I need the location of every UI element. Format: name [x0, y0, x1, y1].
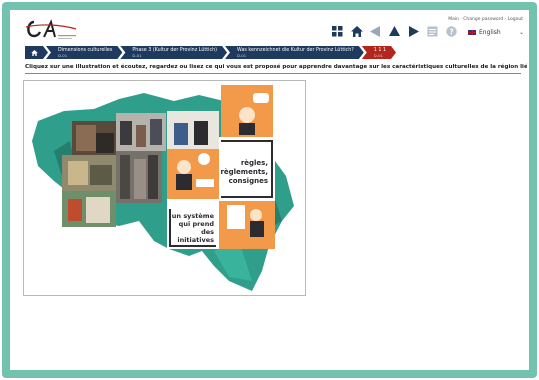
- header: ? Main · Change password · Logout Englis…: [19, 14, 527, 44]
- rules-line-3: consignes: [229, 177, 268, 185]
- illustration-card-reading[interactable]: [219, 201, 275, 249]
- illustration-card-rules[interactable]: règles, règlements, consignes: [219, 137, 275, 201]
- photo-tile-classroom[interactable]: [62, 191, 116, 227]
- menu-icon[interactable]: [331, 25, 344, 38]
- home-icon[interactable]: [350, 25, 363, 38]
- breadcrumb-item[interactable]: Dimensions culturelles D-01: [46, 46, 122, 59]
- breadcrumb-sub: D-01: [237, 52, 247, 58]
- photo-tile-meeting[interactable]: [72, 121, 116, 155]
- back-icon[interactable]: [369, 25, 382, 38]
- breadcrumb-sub: D-01: [132, 52, 142, 58]
- breadcrumb: Dimensions culturelles D-01 Phase 3 (Kul…: [25, 46, 394, 59]
- breadcrumb-sub: D-01: [373, 52, 383, 58]
- breadcrumb-home[interactable]: [25, 46, 48, 59]
- photo-tile-city[interactable]: [116, 151, 162, 203]
- instruction-text: Cliquez sur une illustration et écoutez,…: [25, 64, 527, 74]
- breadcrumb-item[interactable]: Was kennzeichnet die Kultur der Provinz …: [225, 46, 364, 59]
- chevron-down-icon: ⌄: [518, 29, 524, 36]
- illustration-card-desk[interactable]: [167, 149, 219, 199]
- notes-icon[interactable]: [426, 25, 439, 38]
- rules-line-2: règlements,: [220, 168, 268, 176]
- account-links[interactable]: Main · Change password · Logout: [448, 17, 523, 22]
- app-window: ? Main · Change password · Logout Englis…: [19, 14, 527, 362]
- screenshot-frame: ? Main · Change password · Logout Englis…: [0, 0, 539, 380]
- flag-uk-icon: [468, 30, 476, 35]
- forward-icon[interactable]: [407, 25, 420, 38]
- app-logo[interactable]: [24, 18, 80, 42]
- photo-tile-office[interactable]: [116, 113, 166, 151]
- initiative-line-1: un système: [172, 212, 215, 220]
- interactive-map-panel: règles, règlements, consignes un système…: [23, 80, 306, 296]
- initiative-line-3: des: [201, 228, 214, 236]
- breadcrumb-item[interactable]: Phase 3 (Kultur der Provinz Lüttich) D-0…: [120, 46, 227, 59]
- language-select[interactable]: English ⌄: [468, 27, 524, 38]
- photo-tile-conversation[interactable]: [167, 111, 219, 149]
- home-icon: [31, 50, 38, 56]
- help-icon[interactable]: ?: [445, 25, 458, 38]
- illustration-card-initiative[interactable]: un système qui prend des initiatives: [167, 199, 219, 249]
- illustration-card-idea[interactable]: [221, 85, 273, 137]
- svg-text:?: ?: [449, 27, 453, 36]
- up-icon[interactable]: [388, 25, 401, 38]
- language-label: English: [479, 29, 501, 36]
- breadcrumb-item-current[interactable]: 1 1 1 D-01: [362, 46, 396, 59]
- rules-line-1: règles,: [241, 159, 268, 167]
- breadcrumb-sub: D-01: [58, 52, 68, 58]
- initiative-line-4: initiatives: [177, 236, 214, 244]
- liege-map: règles, règlements, consignes un système…: [32, 85, 294, 291]
- nav-toolbar: ?: [331, 24, 458, 38]
- photo-tile-workshop[interactable]: [62, 155, 116, 191]
- initiative-line-2: qui prend: [179, 220, 215, 228]
